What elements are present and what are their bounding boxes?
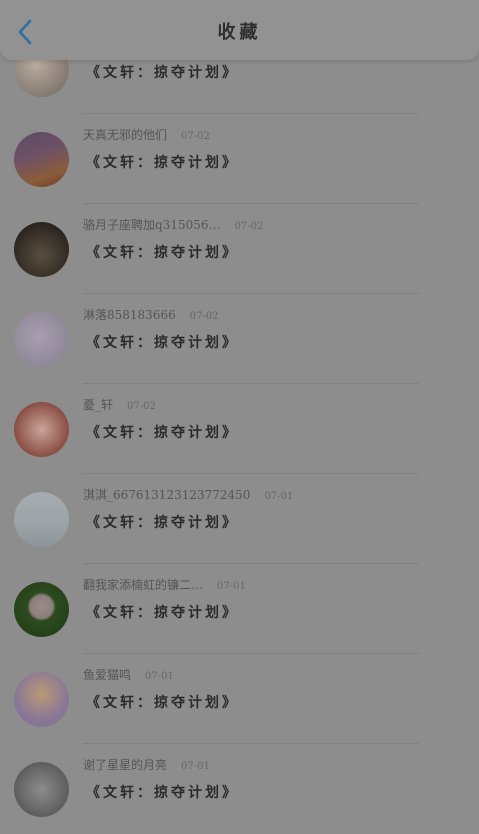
item-message: 《文轩：掠夺计划》 [86,65,239,81]
item-name: 憂_轩 07-02 [83,398,156,412]
item-name: 鱼爱猫鸣 07-01 [83,668,174,682]
list-item[interactable]: 天真无邪的他们 07-02 《文轩：掠夺计划》 [0,114,479,204]
avatar[interactable] [14,492,69,547]
item-name: 谢了星星的月亮 07-01 [83,758,210,772]
item-name: 骆月子座聘加q315056… 07-02 [83,218,264,232]
list-item[interactable]: 骆月子座聘加q315056… 07-02 《文轩：掠夺计划》 [0,204,479,294]
avatar[interactable] [14,582,69,637]
list-item[interactable]: 翻我家添楠虹的镰二… 07-01 《文轩：掠夺计划》 [0,564,479,654]
item-name: 淋落858183666 07-02 [83,308,219,322]
item-message: 《文轩：掠夺计划》 [86,335,239,351]
item-message: 《文轩：掠夺计划》 [86,605,239,621]
favorites-list: 《文轩：掠夺计划》 天真无邪的他们 07-02 《文轩：掠夺计划》 骆月子座聘加q… [0,24,479,834]
top-nav-bar: 收藏 [0,0,479,60]
list-item[interactable]: 谢了星星的月亮 07-01 《文轩：掠夺计划》 [0,744,479,834]
avatar[interactable] [14,222,69,277]
item-message: 《文轩：掠夺计划》 [86,155,239,171]
list-item[interactable]: 淋落858183666 07-02 《文轩：掠夺计划》 [0,294,479,384]
item-name: 淇淇_667613123123772450 07-01 [83,488,294,502]
item-message: 《文轩：掠夺计划》 [86,785,239,801]
page-title: 收藏 [217,22,262,43]
avatar[interactable] [14,402,69,457]
avatar[interactable] [14,762,69,817]
item-message: 《文轩：掠夺计划》 [86,695,239,711]
list-item[interactable]: 鱼爱猫鸣 07-01 《文轩：掠夺计划》 [0,654,479,744]
avatar[interactable] [14,312,69,367]
list-item[interactable]: 淇淇_667613123123772450 07-01 《文轩：掠夺计划》 [0,474,479,564]
item-message: 《文轩：掠夺计划》 [86,515,239,531]
item-message: 《文轩：掠夺计划》 [86,425,239,441]
item-name: 天真无邪的他们 07-02 [83,128,210,142]
avatar[interactable] [14,672,69,727]
item-name: 翻我家添楠虹的镰二… 07-01 [83,578,246,592]
list-item[interactable]: 憂_轩 07-02 《文轩：掠夺计划》 [0,384,479,474]
item-message: 《文轩：掠夺计划》 [86,245,239,261]
avatar[interactable] [14,132,69,187]
